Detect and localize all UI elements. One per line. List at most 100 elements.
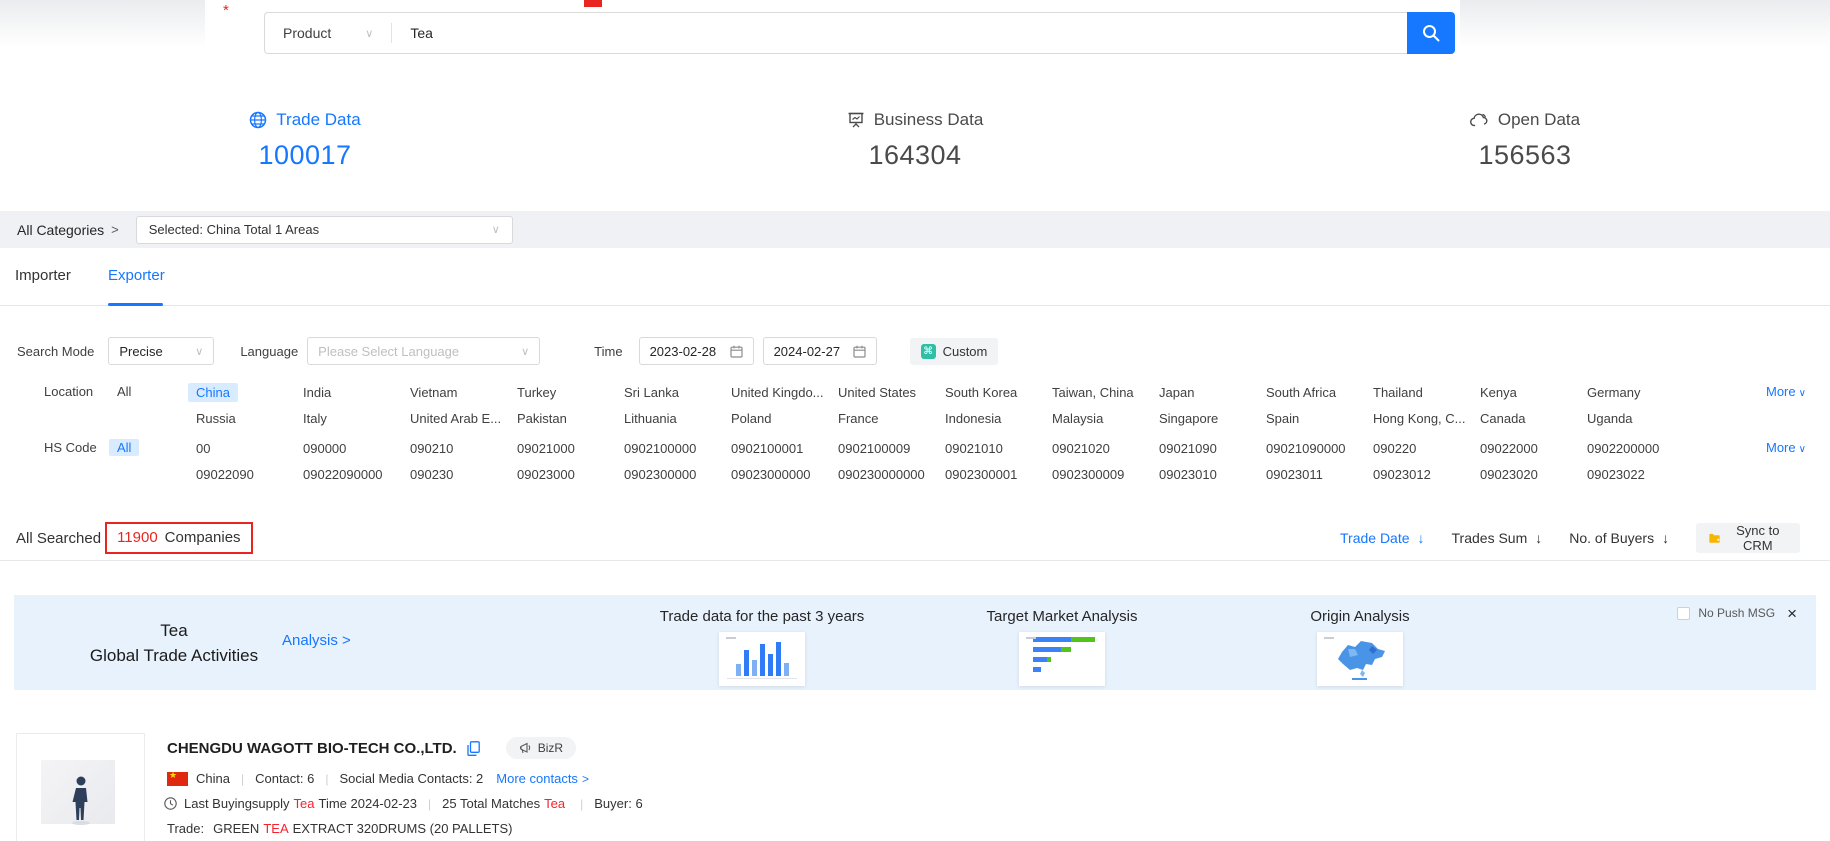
last-supply-keyword: Tea <box>294 796 315 811</box>
card-target-market-analysis[interactable]: Target Market Analysis <box>932 595 1192 686</box>
location-option[interactable]: Thailand <box>1365 383 1431 402</box>
no-push-checkbox[interactable] <box>1677 607 1690 620</box>
custom-time-button[interactable]: ⌘ Custom <box>910 338 999 365</box>
hs-code-option[interactable]: 00 <box>188 439 218 458</box>
stat-open-data[interactable]: Open Data 156563 <box>1220 110 1830 171</box>
sort-trade-date[interactable]: Trade Date ↓ <box>1340 530 1425 546</box>
search-mode-select[interactable]: Precise ∨ <box>108 337 214 365</box>
hs-code-option[interactable]: 0902300000 <box>616 465 704 484</box>
hs-code-option[interactable]: 090230000000 <box>830 465 933 484</box>
more-contacts-link[interactable]: More contacts> <box>496 771 589 786</box>
command-icon: ⌘ <box>921 344 936 359</box>
location-all-option[interactable]: All <box>109 383 139 400</box>
all-categories-link[interactable]: All Categories <box>17 222 104 238</box>
company-name[interactable]: CHENGDU WAGOTT BIO-TECH CO.,LTD. <box>167 740 457 757</box>
hs-code-option[interactable]: 0902100001 <box>723 439 811 458</box>
hs-code-option[interactable]: 09023000 <box>509 465 583 484</box>
hs-code-option[interactable]: 09023011 <box>1258 465 1331 484</box>
hs-code-all-option[interactable]: All <box>109 439 139 456</box>
location-option[interactable]: Italy <box>295 409 335 428</box>
location-option[interactable]: South Korea <box>937 383 1025 402</box>
hs-code-option[interactable]: 090220 <box>1365 439 1424 458</box>
bizr-badge[interactable]: BizR <box>506 737 576 759</box>
location-option[interactable]: Uganda <box>1579 409 1641 428</box>
hs-code-option[interactable]: 090000 <box>295 439 354 458</box>
location-option[interactable]: Hong Kong, C... <box>1365 409 1474 428</box>
location-option[interactable]: Turkey <box>509 383 564 402</box>
card-origin-title: Origin Analysis <box>1310 608 1409 625</box>
search-divider <box>391 23 392 43</box>
sort-trades-sum[interactable]: Trades Sum ↓ <box>1452 530 1543 546</box>
location-option[interactable]: United Arab E... <box>402 409 509 428</box>
hs-code-option[interactable]: 09021090 <box>1151 439 1225 458</box>
location-option[interactable]: Poland <box>723 409 779 428</box>
hs-code-option[interactable]: 09022000 <box>1472 439 1546 458</box>
stat-business-data[interactable]: Business Data 164304 <box>610 110 1220 171</box>
location-option[interactable]: Germany <box>1579 383 1648 402</box>
location-option[interactable]: China <box>188 383 238 402</box>
search-category-select[interactable]: Product ∨ <box>265 25 373 41</box>
hs-code-option[interactable]: 09023020 <box>1472 465 1546 484</box>
hs-code-option[interactable]: 0902100009 <box>830 439 918 458</box>
search-input[interactable]: Tea <box>410 25 433 41</box>
divider: | <box>580 797 583 811</box>
hs-code-option[interactable]: 09022090 <box>188 465 262 484</box>
hs-code-option[interactable]: 090210 <box>402 439 461 458</box>
location-option[interactable]: Japan <box>1151 383 1202 402</box>
hs-code-more-link[interactable]: More∨ <box>1766 440 1806 455</box>
close-icon[interactable]: × <box>1787 607 1797 620</box>
location-option[interactable]: Indonesia <box>937 409 1009 428</box>
language-select[interactable]: Please Select Language ∨ <box>307 337 540 365</box>
hs-code-option[interactable]: 0902300001 <box>937 465 1025 484</box>
analysis-link[interactable]: Analysis > <box>282 632 351 649</box>
location-more-link[interactable]: More∨ <box>1766 384 1806 399</box>
bizr-badge-label: BizR <box>538 741 563 755</box>
location-option[interactable]: Pakistan <box>509 409 575 428</box>
stat-trade-data[interactable]: Trade Data 100017 <box>0 110 610 171</box>
card-market-title: Target Market Analysis <box>987 608 1138 625</box>
card-origin-analysis[interactable]: Origin Analysis <box>1230 595 1490 686</box>
copy-icon[interactable] <box>467 741 480 756</box>
card-trade-data-3-years[interactable]: Trade data for the past 3 years <box>632 595 892 686</box>
location-option[interactable]: India <box>295 383 339 402</box>
location-option[interactable]: Sri Lanka <box>616 383 687 402</box>
hs-code-option[interactable]: 09023022 <box>1579 465 1653 484</box>
location-option[interactable]: France <box>830 409 886 428</box>
location-option[interactable]: Spain <box>1258 409 1307 428</box>
hs-code-option[interactable]: 0902200000 <box>1579 439 1667 458</box>
search-button[interactable] <box>1407 12 1455 54</box>
hs-code-option[interactable]: 09022090000 <box>295 465 391 484</box>
location-option[interactable]: Taiwan, China <box>1044 383 1142 402</box>
hs-code-option[interactable]: 09023000000 <box>723 465 819 484</box>
hs-code-option[interactable]: 090230 <box>402 465 461 484</box>
location-option[interactable]: United Kingdo... <box>723 383 832 402</box>
location-option[interactable]: Singapore <box>1151 409 1226 428</box>
location-option[interactable]: Canada <box>1472 409 1534 428</box>
hs-code-option[interactable]: 09021010 <box>937 439 1011 458</box>
location-option[interactable]: South Africa <box>1258 383 1344 402</box>
location-option[interactable]: Vietnam <box>402 383 465 402</box>
selected-areas-dropdown[interactable]: Selected: China Total 1 Areas ∨ <box>136 216 513 244</box>
hs-code-option[interactable]: 09023012 <box>1365 465 1439 484</box>
tab-importer[interactable]: Importer <box>15 267 71 284</box>
date-to-input[interactable]: 2024-02-27 <box>763 337 877 365</box>
hs-code-option[interactable]: 0902100000 <box>616 439 704 458</box>
tab-exporter[interactable]: Exporter <box>108 267 165 284</box>
hs-code-option[interactable]: 09023010 <box>1151 465 1225 484</box>
location-filter-label: Location <box>44 384 93 399</box>
hs-code-option[interactable]: 0902300009 <box>1044 465 1132 484</box>
hs-code-option[interactable]: 09021020 <box>1044 439 1118 458</box>
location-option[interactable]: Russia <box>188 409 244 428</box>
search-controls-row: Search Mode Precise ∨ Language Please Se… <box>17 337 998 365</box>
date-from-input[interactable]: 2023-02-28 <box>639 337 754 365</box>
hs-code-option[interactable]: 09021000 <box>509 439 583 458</box>
company-thumbnail[interactable] <box>16 733 145 841</box>
location-option[interactable]: Lithuania <box>616 409 685 428</box>
hs-code-option[interactable]: 09021090000 <box>1258 439 1354 458</box>
location-option[interactable]: United States <box>830 383 924 402</box>
sort-no-of-buyers[interactable]: No. of Buyers ↓ <box>1569 530 1669 546</box>
location-option[interactable]: Malaysia <box>1044 409 1111 428</box>
red-annotation-fragment <box>584 0 602 7</box>
sync-to-crm-button[interactable]: Sync to CRM <box>1696 523 1800 553</box>
location-option[interactable]: Kenya <box>1472 383 1525 402</box>
